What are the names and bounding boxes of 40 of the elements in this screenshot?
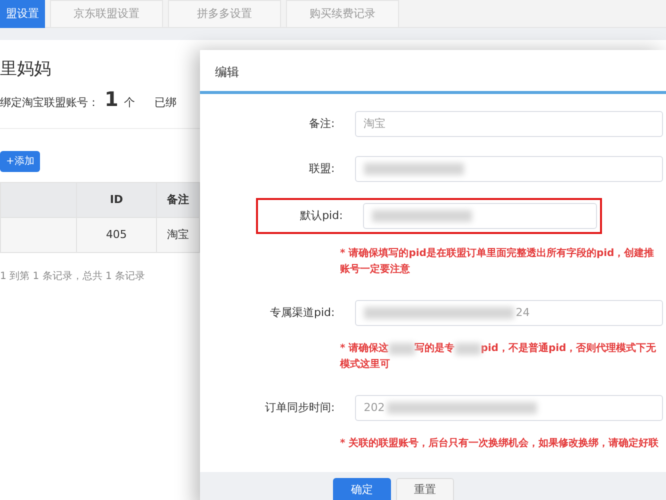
field-label: 专属渠道pid: [268,304,335,321]
input-field[interactable] [354,156,663,182]
hint-text: 模式这里可 [340,357,390,372]
column-header: 备注 [156,182,200,218]
field-label: 备注: [308,116,335,132]
hint-text: 写的是专 [414,342,455,356]
tab[interactable]: 京东联盟设置 [50,0,163,28]
tab[interactable]: 购买续费记录 [286,0,399,28]
table-cell: 淘宝 [156,218,200,252]
page-title: 里妈妈 [0,58,51,80]
bound-label: 已绑 [154,95,176,111]
field-value: 24 [516,304,530,321]
hint-text: pid，不是普通pid，否则代理模式下无 [480,341,656,356]
input-field[interactable] [362,203,597,229]
bind-label: 绑定淘宝联盟账号： [0,95,99,111]
bind-unit: 个 [124,95,135,111]
dialog-title: 编辑 [200,50,666,94]
input-field[interactable]: 202 [354,395,663,421]
tab[interactable]: 拼多多设置 [168,0,281,28]
confirm-button[interactable]: 确定 [333,478,391,500]
input-field[interactable]: 淘宝 [354,111,663,137]
add-button[interactable]: +添加 [0,151,40,172]
field-label: 订单同步时间: [264,400,335,416]
redaction-blur [388,343,415,355]
column-header: ID [76,182,157,218]
field-label: 默认pid: [299,208,343,224]
input-field[interactable]: 24 [354,300,663,326]
field-value: 202 [364,400,385,416]
pagination-info: 1 到第 1 条记录，总共 1 条记录 [0,270,146,284]
hint-text: * 关联的联盟账号，后台只有一次换绑机会，如果修改换绑，请确定好联 [340,436,659,451]
table-cell: 405 [76,218,157,252]
field-label: 联盟: [308,160,335,177]
hint-text: * 请确保填写的pid是在联盟订单里面完整透出所有字段的pid，创建推 [340,246,654,261]
bind-count: 1 [104,86,118,113]
field-value: 淘宝 [364,116,386,132]
tab[interactable]: 盟设置 [0,0,45,28]
redaction-blur [454,343,481,355]
hint-text: 账号一定要注意 [340,262,410,277]
hint-text: * 请确保这 [340,341,389,356]
reset-button[interactable]: 重置 [396,478,454,500]
